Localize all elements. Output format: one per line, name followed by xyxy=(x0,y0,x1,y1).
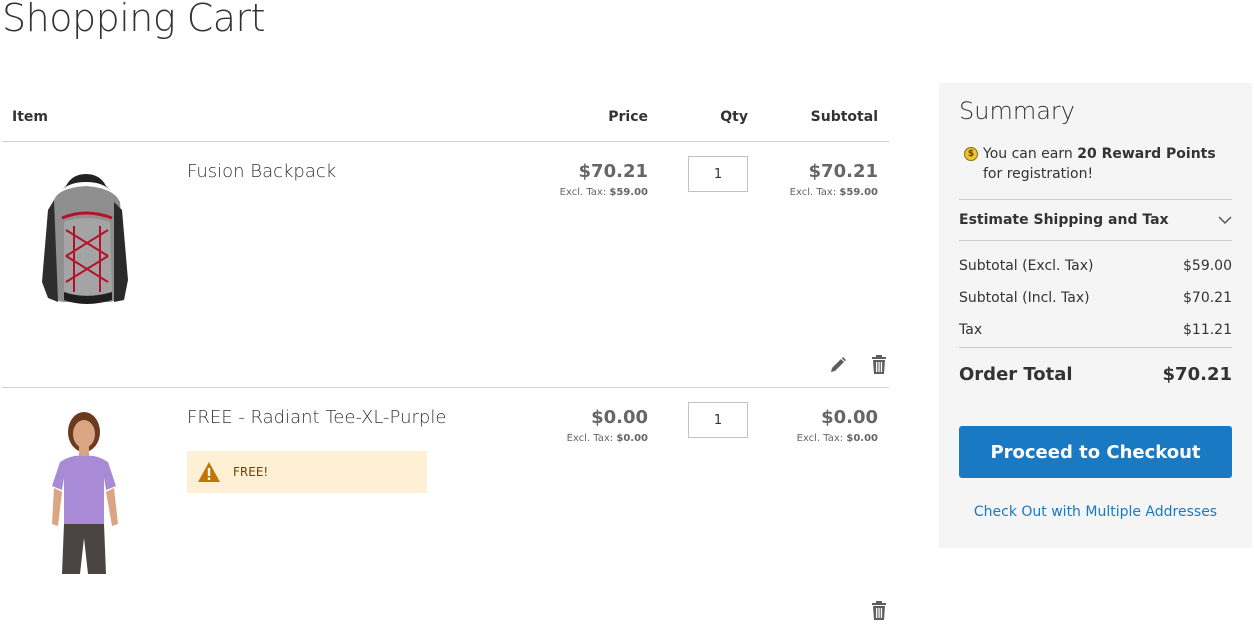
trash-icon[interactable] xyxy=(871,355,887,375)
summary-title: Summary xyxy=(959,97,1075,125)
reward-prefix: You can earn xyxy=(983,146,1078,162)
totals-label: Subtotal (Incl. Tax) xyxy=(959,290,1090,306)
order-summary: Summary $ You can earn 20 Reward Points … xyxy=(939,83,1252,548)
reward-suffix: for registration! xyxy=(983,166,1094,182)
excl-tax-label: Excl. Tax: xyxy=(559,187,607,198)
free-item-message: FREE! xyxy=(187,451,427,493)
header-subtotal: Subtotal xyxy=(810,109,878,125)
item-subtotal: $0.00 xyxy=(821,407,878,428)
item-subtotal: $70.21 xyxy=(808,161,878,182)
product-name[interactable]: FREE - Radiant Tee-XL-Purple xyxy=(187,407,446,428)
order-total-row: Order Total $70.21 xyxy=(959,347,1232,385)
excl-tax-value: $0.00 xyxy=(846,433,878,444)
item-subtotal-excl-tax: Excl. Tax: $0.00 xyxy=(797,433,878,444)
excl-tax-value: $0.00 xyxy=(616,433,648,444)
totals-value: $70.21 xyxy=(1183,290,1232,306)
trash-icon[interactable] xyxy=(871,601,887,621)
cart-item-row: FREE - Radiant Tee-XL-Purple $0.00 Excl.… xyxy=(2,388,889,624)
order-total-label: Order Total xyxy=(959,364,1073,385)
excl-tax-value: $59.00 xyxy=(839,187,878,198)
totals-row: Tax $11.21 xyxy=(959,322,1232,338)
estimate-shipping-toggle[interactable]: Estimate Shipping and Tax xyxy=(959,199,1232,241)
totals-value: $11.21 xyxy=(1183,322,1232,338)
reward-points: 20 Reward Points xyxy=(1077,146,1216,162)
header-item: Item xyxy=(12,109,48,125)
totals-label: Tax xyxy=(959,322,983,338)
item-price-excl-tax: Excl. Tax: $0.00 xyxy=(567,433,648,444)
free-message-text: FREE! xyxy=(233,465,269,479)
header-qty: Qty xyxy=(720,109,748,125)
cart-item-row: Fusion Backpack $70.21 Excl. Tax: $59.00… xyxy=(2,142,889,388)
item-price: $70.21 xyxy=(578,161,648,182)
warning-icon xyxy=(198,462,220,482)
chevron-down-icon xyxy=(1218,216,1232,225)
qty-input[interactable] xyxy=(688,402,748,438)
tee-image[interactable] xyxy=(14,406,150,576)
qty-input[interactable] xyxy=(688,156,748,192)
totals-row: Subtotal (Incl. Tax) $70.21 xyxy=(959,290,1232,306)
totals-row: Subtotal (Excl. Tax) $59.00 xyxy=(959,258,1232,274)
cart-table-header: Item Price Qty Subtotal xyxy=(2,92,889,142)
totals-value: $59.00 xyxy=(1183,258,1232,274)
excl-tax-label: Excl. Tax: xyxy=(566,433,614,444)
backpack-image[interactable] xyxy=(14,160,150,330)
estimate-shipping-label: Estimate Shipping and Tax xyxy=(959,212,1169,228)
header-price: Price xyxy=(608,109,648,125)
reward-points-message: $ You can earn 20 Reward Points for regi… xyxy=(959,144,1234,184)
cart-table: Item Price Qty Subtotal Fusion Backpack … xyxy=(2,92,889,624)
order-total-value: $70.21 xyxy=(1162,364,1232,385)
coin-icon: $ xyxy=(964,147,978,161)
excl-tax-label: Excl. Tax: xyxy=(789,187,837,198)
edit-pencil-icon[interactable] xyxy=(829,356,847,374)
proceed-to-checkout-button[interactable]: Proceed to Checkout xyxy=(959,426,1232,478)
multiple-addresses-link[interactable]: Check Out with Multiple Addresses xyxy=(959,504,1232,520)
item-price-excl-tax: Excl. Tax: $59.00 xyxy=(560,187,648,198)
totals-label: Subtotal (Excl. Tax) xyxy=(959,258,1094,274)
excl-tax-value: $59.00 xyxy=(609,187,648,198)
product-name[interactable]: Fusion Backpack xyxy=(187,161,336,182)
item-price: $0.00 xyxy=(591,407,648,428)
page-title: Shopping Cart xyxy=(2,0,266,40)
excl-tax-label: Excl. Tax: xyxy=(796,433,844,444)
item-subtotal-excl-tax: Excl. Tax: $59.00 xyxy=(790,187,878,198)
